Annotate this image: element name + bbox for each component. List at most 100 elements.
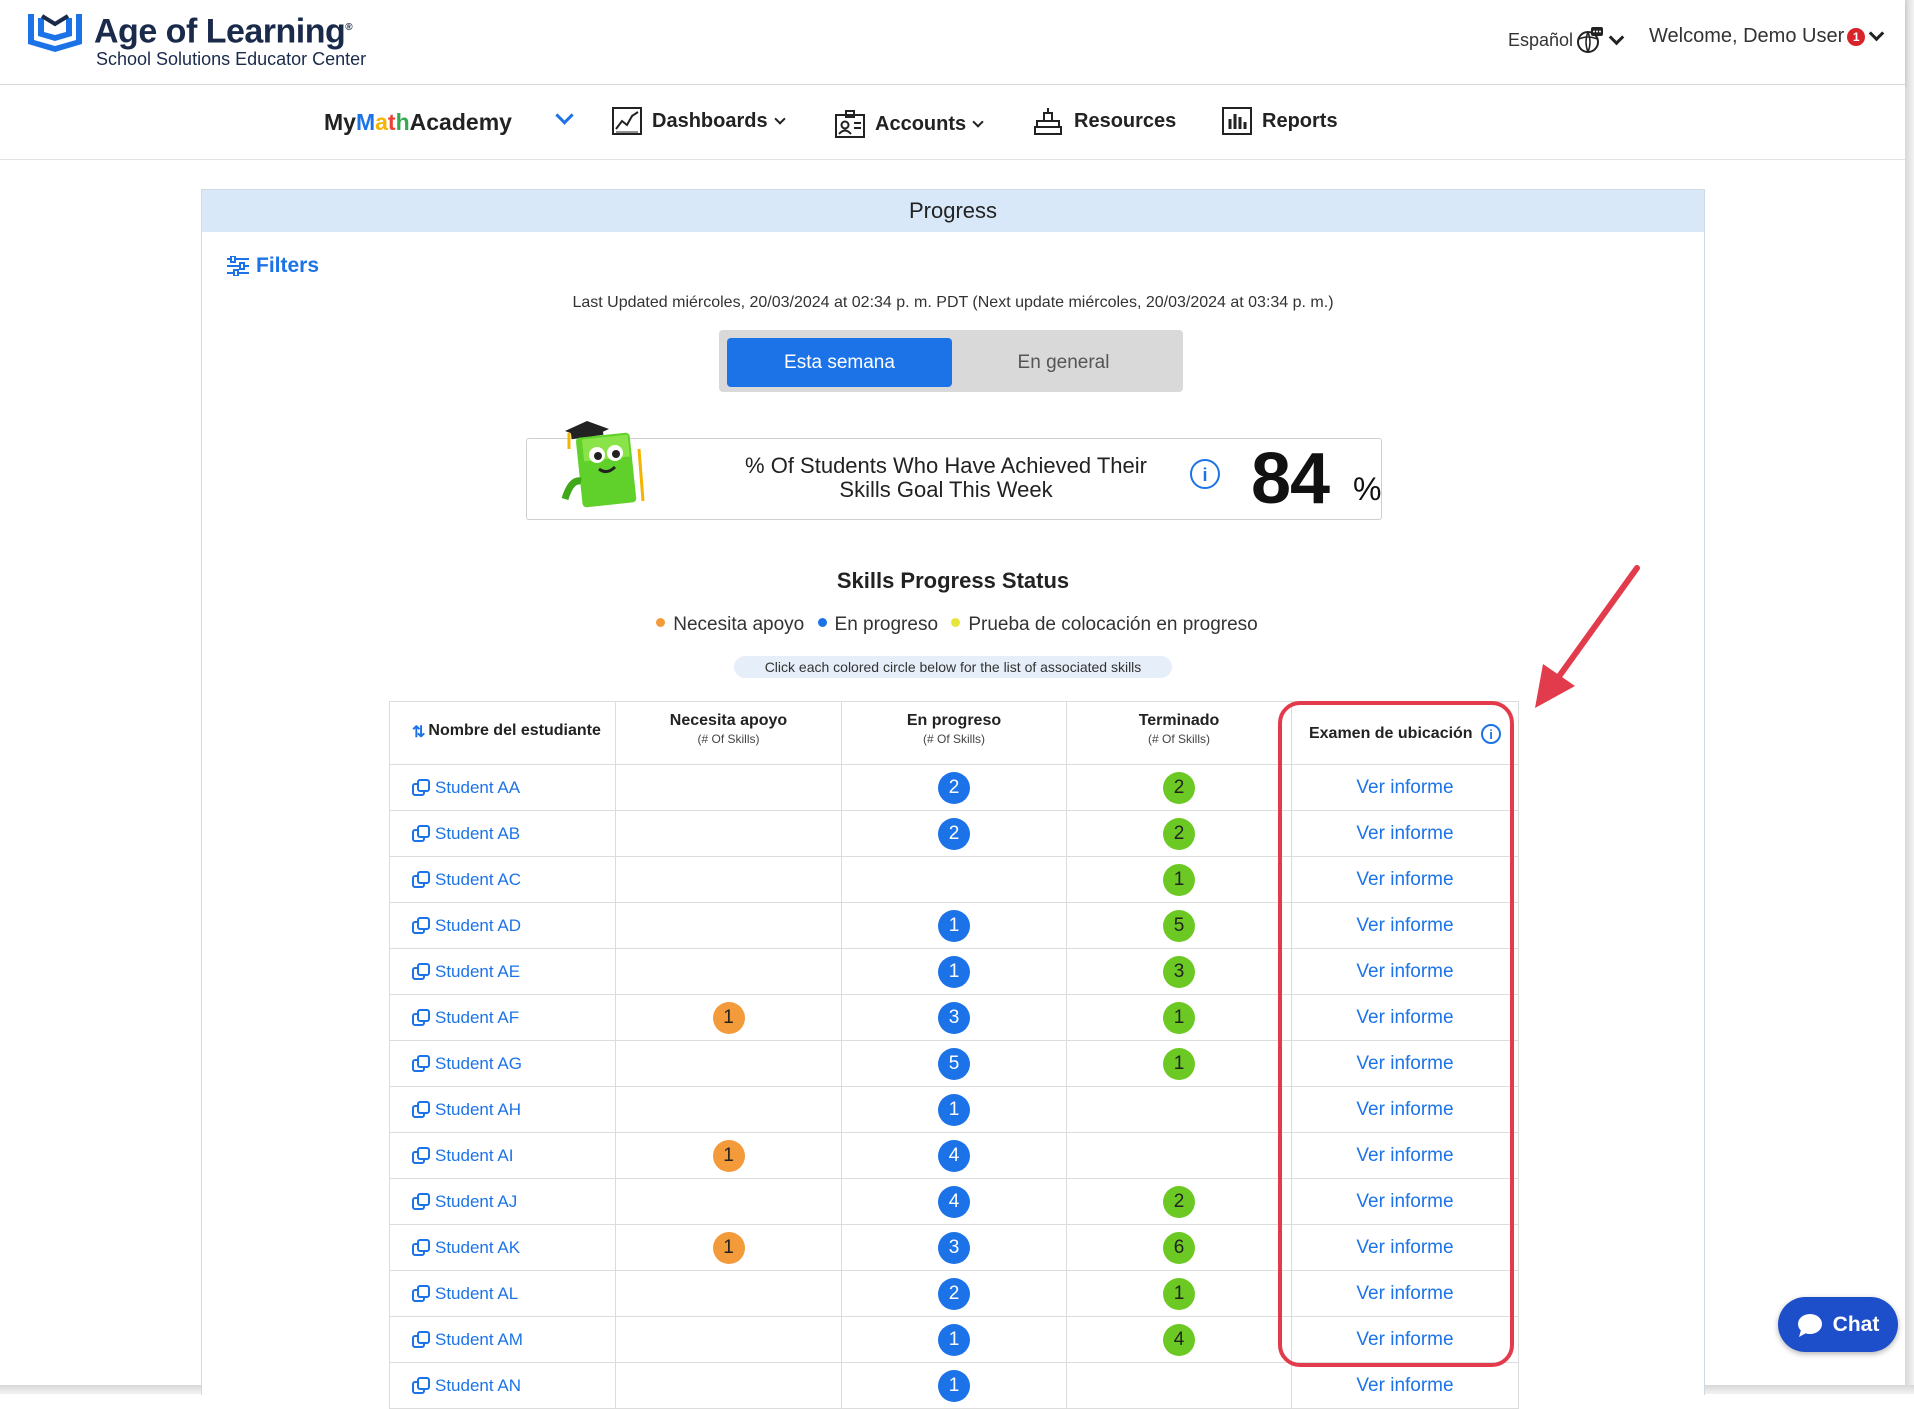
column-header-sub: (# Of Skills) — [922, 732, 985, 746]
skill-count-badge[interactable]: 2 — [938, 771, 970, 804]
line-chart-icon — [612, 107, 642, 135]
student-link[interactable]: Student AI — [412, 1146, 513, 1166]
goal-percentage-value: 84 — [1251, 439, 1330, 519]
cell-needs-support — [615, 1041, 841, 1086]
nav-resources[interactable]: Resources — [1032, 105, 1176, 137]
cell-needs-support: 1 — [615, 995, 841, 1040]
skill-count-badge[interactable]: 2 — [938, 1277, 970, 1310]
filters-button[interactable]: Filters — [226, 254, 319, 278]
skill-count-badge[interactable]: 3 — [938, 1231, 970, 1264]
legend-label: En progreso — [834, 614, 939, 635]
skill-count-badge[interactable]: 1 — [712, 1231, 745, 1264]
skill-count-badge[interactable]: 1 — [938, 955, 970, 988]
skill-count-badge[interactable]: 1 — [712, 1001, 745, 1034]
skill-count-badge[interactable]: 1 — [938, 909, 970, 942]
skill-count-badge[interactable]: 3 — [938, 1001, 970, 1034]
logo[interactable]: Age of Learning® School Solutions Educat… — [24, 10, 366, 69]
tab-en-general[interactable]: En general — [951, 338, 1176, 387]
sliders-icon — [227, 256, 249, 276]
student-link[interactable]: Student AH — [412, 1100, 521, 1120]
view-report-link[interactable]: Ver informe — [1356, 1375, 1453, 1397]
notification-badge[interactable]: 1 — [1847, 27, 1866, 46]
welcome-label: Welcome, Demo User — [1649, 25, 1845, 47]
cell-needs-support — [615, 1317, 841, 1362]
skill-count-badge[interactable]: 2 — [1163, 1185, 1195, 1218]
student-link[interactable]: Student AF — [412, 1008, 519, 1028]
student-name: Student AM — [435, 1329, 523, 1349]
student-link[interactable]: Student AL — [412, 1284, 518, 1304]
copy-link-icon — [412, 824, 430, 842]
chevron-down-icon — [1608, 29, 1625, 45]
chevron-down-icon[interactable] — [555, 106, 574, 125]
nav-accounts[interactable]: Accounts — [835, 109, 984, 139]
skill-count-badge[interactable]: 2 — [1163, 771, 1195, 804]
skill-count-badge[interactable]: 1 — [938, 1323, 970, 1356]
copy-link-icon — [412, 1054, 430, 1072]
cell-completed: 1 — [1066, 857, 1291, 902]
copy-link-icon — [412, 1330, 430, 1348]
column-header-label: En progreso — [906, 712, 1002, 729]
student-link[interactable]: Student AB — [412, 824, 520, 844]
legend-dot-needs-support — [656, 618, 666, 628]
student-name: Student AB — [435, 823, 521, 843]
cell-completed: 1 — [1066, 1041, 1291, 1086]
skill-count-badge[interactable]: 1 — [712, 1139, 745, 1172]
product-switcher[interactable]: My Math Academy — [324, 109, 512, 136]
nav-reports[interactable]: Reports — [1222, 107, 1338, 135]
skill-count-badge[interactable]: 4 — [938, 1139, 970, 1172]
logo-book-icon — [28, 14, 82, 52]
nav-dashboards-label: Dashboards — [652, 109, 768, 132]
student-name: Student AJ — [435, 1191, 518, 1211]
cell-student: Student AN — [389, 1363, 615, 1408]
cell-in-progress: 2 — [841, 811, 1066, 856]
skill-count-badge[interactable]: 6 — [1163, 1231, 1195, 1264]
info-icon[interactable]: i — [1190, 459, 1220, 489]
skill-count-badge[interactable]: 3 — [1163, 955, 1195, 988]
skill-count-badge[interactable]: 1 — [1163, 1047, 1195, 1080]
skill-count-badge[interactable]: 4 — [938, 1185, 970, 1218]
student-link[interactable]: Student AM — [412, 1330, 523, 1350]
student-link[interactable]: Student AN — [412, 1376, 521, 1396]
cell-needs-support — [615, 949, 841, 994]
tab-esta-semana[interactable]: Esta semana — [727, 338, 952, 387]
cell-completed — [1066, 1363, 1291, 1408]
student-link[interactable]: Student AG — [412, 1054, 522, 1074]
brand-letter: t — [387, 109, 396, 135]
skill-count-badge[interactable]: 2 — [1163, 817, 1195, 850]
chat-button[interactable]: Chat — [1778, 1297, 1898, 1352]
column-header-student[interactable]: ⇅ Nombre del estudiante — [389, 702, 615, 764]
student-link[interactable]: Student AE — [412, 962, 520, 982]
cell-needs-support — [615, 765, 841, 810]
chat-bubble-icon — [1797, 1313, 1822, 1337]
sort-icon[interactable]: ⇅ — [412, 722, 425, 742]
student-link[interactable]: Student AC — [412, 870, 521, 890]
column-header-label: Terminado — [1138, 712, 1220, 729]
student-link[interactable]: Student AD — [412, 916, 521, 936]
skill-count-badge[interactable]: 5 — [1163, 909, 1195, 942]
student-link[interactable]: Student AJ — [412, 1192, 517, 1212]
skill-count-badge[interactable]: 5 — [938, 1047, 970, 1080]
nav-dashboards[interactable]: Dashboards — [612, 107, 786, 135]
skill-count-badge[interactable]: 1 — [1163, 863, 1195, 896]
skill-count-badge[interactable]: 2 — [938, 817, 970, 850]
language-selector[interactable]: Español — [1508, 25, 1625, 55]
cell-needs-support — [615, 903, 841, 948]
skill-count-badge[interactable]: 4 — [1163, 1323, 1195, 1356]
user-menu[interactable]: Welcome, Demo User 1 — [1649, 25, 1885, 48]
skill-count-badge[interactable]: 1 — [1163, 1001, 1195, 1034]
student-link[interactable]: Student AA — [412, 778, 520, 798]
cell-completed: 1 — [1066, 1271, 1291, 1316]
student-name: Student AF — [435, 1007, 520, 1027]
cell-needs-support: 1 — [615, 1225, 841, 1270]
student-link[interactable]: Student AK — [412, 1238, 520, 1258]
skill-count-badge[interactable]: 1 — [938, 1369, 970, 1402]
nav-reports-label: Reports — [1262, 109, 1338, 132]
resources-stack-icon — [1034, 108, 1062, 135]
skill-count-badge[interactable]: 1 — [1163, 1277, 1195, 1310]
nav-accounts-label: Accounts — [875, 112, 967, 135]
skill-count-badge[interactable]: 1 — [938, 1093, 970, 1126]
cell-completed — [1066, 1087, 1291, 1132]
student-name: Student AC — [435, 869, 522, 889]
brand-text: Academy — [409, 109, 512, 135]
cell-in-progress: 2 — [841, 765, 1066, 810]
